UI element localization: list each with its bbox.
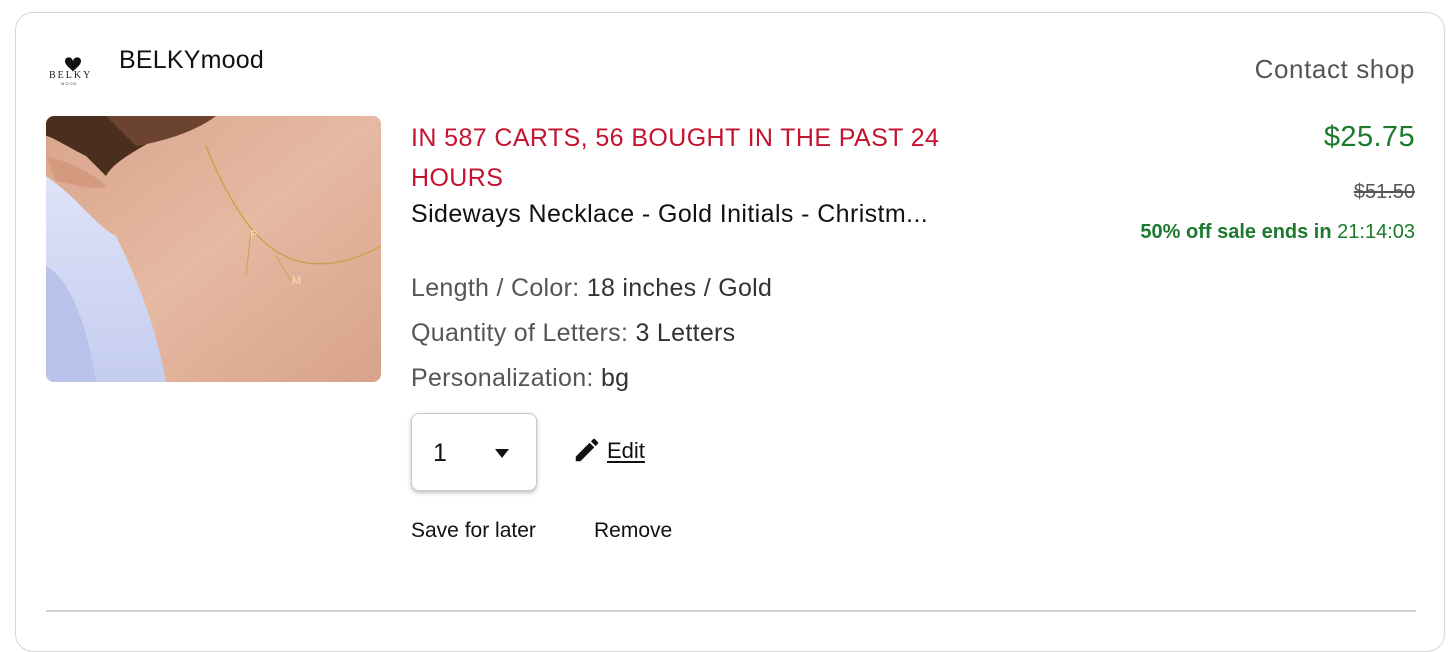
sale-countdown: 50% off sale ends in 21:14:03	[1140, 221, 1415, 244]
image-letter-p: P	[250, 229, 257, 241]
pencil-icon	[575, 438, 599, 462]
shop-name[interactable]: BELKYmood	[119, 46, 264, 75]
contact-shop-link[interactable]: Contact shop	[1255, 54, 1415, 85]
sale-label: 50% off sale ends in	[1140, 221, 1332, 243]
variation-value: bg	[600, 364, 630, 392]
variation-label: Personalization:	[411, 364, 594, 392]
countdown-timer: 21:14:03	[1337, 221, 1415, 243]
quantity-value: 1	[433, 439, 447, 467]
variation-personalization: Personalization: bg	[411, 364, 629, 393]
variation-value: 18 inches / Gold	[586, 274, 773, 302]
quantity-select[interactable]: 1	[411, 413, 537, 491]
divider	[46, 610, 1416, 612]
shop-logo-text: BELKY	[49, 70, 93, 81]
cart-urgency-message: IN 587 CARTS, 56 BOUGHT IN THE PAST 24 H…	[411, 124, 940, 192]
product-image[interactable]: P M	[46, 116, 381, 382]
sale-price: $25.75	[1323, 121, 1415, 153]
shop-logo-subtext: MOOD	[61, 81, 78, 86]
caret-down-icon	[495, 449, 509, 458]
shop-logo[interactable]: BELKY MOOD	[47, 50, 99, 86]
variation-label: Quantity of Letters:	[411, 319, 629, 347]
variation-label: Length / Color:	[411, 274, 580, 302]
original-price: $51.50	[1353, 181, 1415, 203]
necklace-photo: P M	[46, 116, 381, 382]
image-letter-m: M	[292, 275, 301, 287]
product-title-link[interactable]: Sideways Necklace - Gold Initials - Chri…	[411, 200, 1011, 229]
variation-quantity-letters: Quantity of Letters: 3 Letters	[411, 319, 735, 348]
edit-label: Edit	[607, 438, 645, 463]
remove-button[interactable]: Remove	[594, 519, 672, 543]
save-for-later-button[interactable]: Save for later	[411, 519, 536, 543]
variation-value: 3 Letters	[635, 319, 736, 347]
variation-length-color: Length / Color: 18 inches / Gold	[411, 274, 772, 303]
